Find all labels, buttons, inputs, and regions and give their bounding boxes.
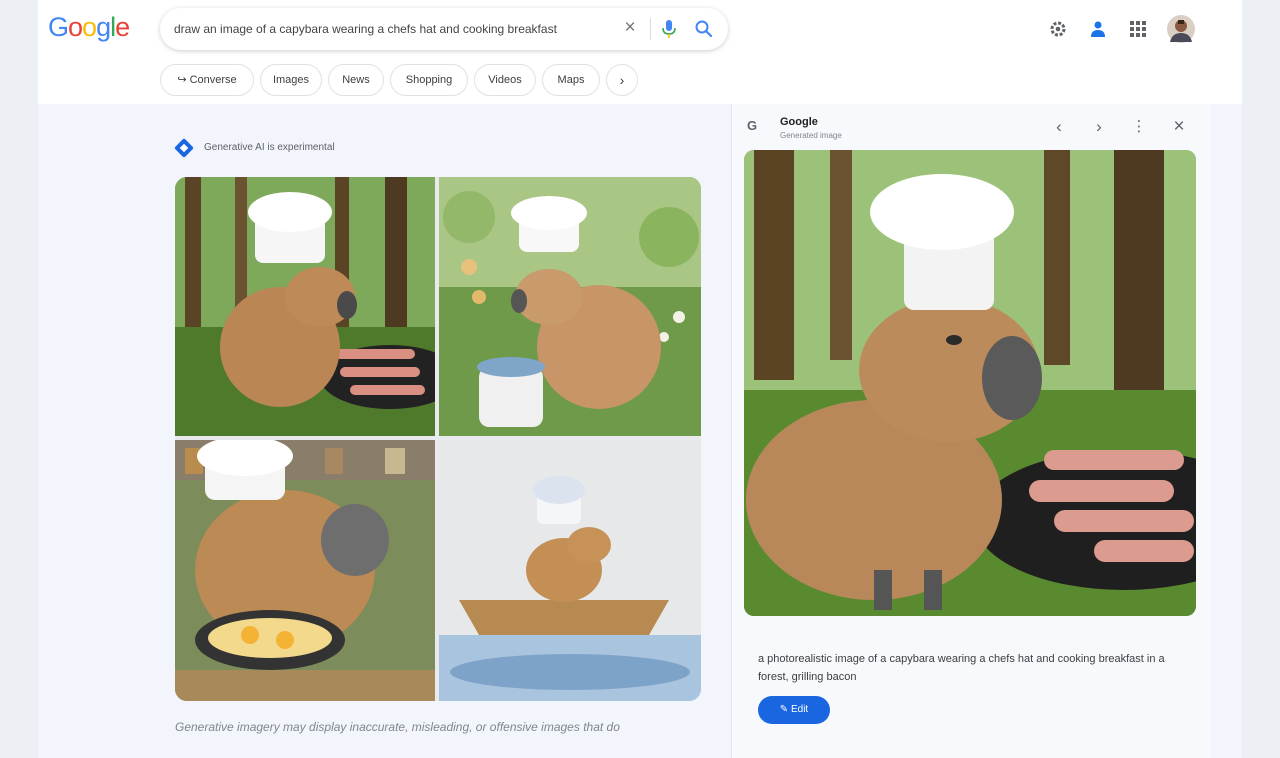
mic-icon[interactable] bbox=[660, 18, 678, 40]
logo-letter: e bbox=[115, 12, 130, 42]
pencil-icon: ✎ bbox=[779, 704, 791, 715]
logo-letter: g bbox=[96, 12, 111, 42]
search-input[interactable]: draw an image of a capybara wearing a ch… bbox=[174, 22, 557, 36]
close-icon[interactable]: × bbox=[620, 18, 640, 38]
tab-maps[interactable]: Maps bbox=[542, 64, 600, 96]
source-subtitle: Generated image bbox=[780, 131, 842, 140]
generated-image-4[interactable] bbox=[439, 440, 701, 701]
tab-videos[interactable]: Videos bbox=[474, 64, 536, 96]
next-icon[interactable]: › bbox=[1090, 118, 1108, 136]
apps-icon[interactable] bbox=[1127, 18, 1149, 40]
selected-generated-image[interactable] bbox=[744, 150, 1196, 616]
source-title: Google bbox=[780, 116, 818, 128]
edit-button[interactable]: ✎ Edit bbox=[758, 696, 830, 724]
more-options-icon[interactable]: ⋮ bbox=[1130, 118, 1148, 136]
panel-header: G Google Generated image ‹ › ⋮ × bbox=[732, 104, 1212, 148]
generated-image-1[interactable] bbox=[175, 177, 435, 436]
settings-icon[interactable] bbox=[1047, 18, 1069, 40]
generative-ai-icon bbox=[174, 138, 194, 158]
tab-shopping[interactable]: Shopping bbox=[390, 64, 468, 96]
edit-label: Edit bbox=[790, 704, 809, 715]
search-icon[interactable] bbox=[694, 19, 714, 39]
labs-icon[interactable] bbox=[1087, 18, 1109, 40]
image-detail-panel: G Google Generated image ‹ › ⋮ × a photo… bbox=[731, 104, 1211, 758]
generated-image-2[interactable] bbox=[439, 177, 701, 436]
logo-letter: G bbox=[48, 12, 69, 42]
ai-notice-text: Generative AI is experimental bbox=[204, 142, 335, 153]
generated-images-grid bbox=[175, 177, 701, 701]
avatar[interactable] bbox=[1166, 14, 1196, 44]
tabs-more-chevron-icon[interactable]: › bbox=[606, 64, 638, 96]
search-divider bbox=[650, 18, 651, 40]
close-panel-icon[interactable]: × bbox=[1170, 117, 1188, 136]
logo-letter: o bbox=[68, 12, 83, 42]
search-box[interactable]: draw an image of a capybara wearing a ch… bbox=[160, 8, 728, 50]
google-logo[interactable]: Google bbox=[48, 12, 130, 43]
image-prompt-caption: a photorealistic image of a capybara wea… bbox=[758, 653, 1165, 683]
header: Google draw an image of a capybara weari… bbox=[38, 0, 1242, 104]
generative-disclaimer: Generative imagery may display inaccurat… bbox=[175, 720, 620, 734]
previous-icon[interactable]: ‹ bbox=[1050, 118, 1068, 136]
tab-news[interactable]: News bbox=[328, 64, 384, 96]
tab-images[interactable]: Images bbox=[260, 64, 322, 96]
generated-image-3[interactable] bbox=[175, 440, 435, 701]
tab-converse[interactable]: ↪ Converse bbox=[160, 64, 254, 96]
google-search-page: Google draw an image of a capybara weari… bbox=[38, 0, 1242, 758]
google-g-icon: G bbox=[746, 118, 758, 133]
logo-letter: o bbox=[82, 12, 97, 42]
